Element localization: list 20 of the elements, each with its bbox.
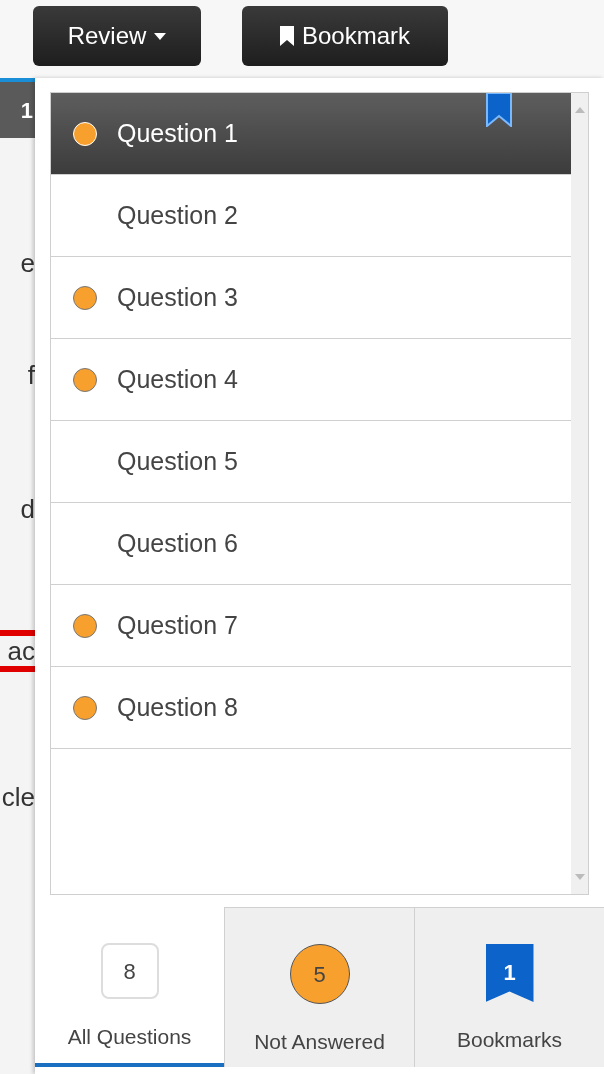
bookmark-icon[interactable]	[485, 93, 513, 127]
caret-icon	[154, 32, 167, 40]
bookmark-button[interactable]: Bookmark	[242, 6, 448, 66]
text-fragment: f	[26, 360, 35, 390]
filter-tab[interactable]: 1 Bookmarks	[414, 907, 604, 1067]
review-button[interactable]: Review	[33, 6, 201, 66]
text-fragment: d	[19, 494, 35, 524]
question-item[interactable]: Question 1	[51, 93, 571, 175]
bookmark-icon	[279, 26, 294, 46]
filter-tab[interactable]: 8 All Questions	[35, 907, 224, 1067]
scrollbar[interactable]	[571, 93, 588, 894]
header-fragment: 1	[0, 78, 35, 138]
count-badge: 5	[289, 944, 350, 1004]
text-fragment: cle	[0, 782, 35, 812]
scroll-up-icon[interactable]	[574, 107, 585, 113]
text-fragment: e	[19, 248, 35, 278]
scroll-down-icon[interactable]	[574, 874, 585, 880]
bookmark-badge: 1	[485, 944, 534, 1002]
count-badge: 8	[100, 943, 159, 999]
filter-tab[interactable]: 5 Not Answered	[224, 907, 414, 1067]
